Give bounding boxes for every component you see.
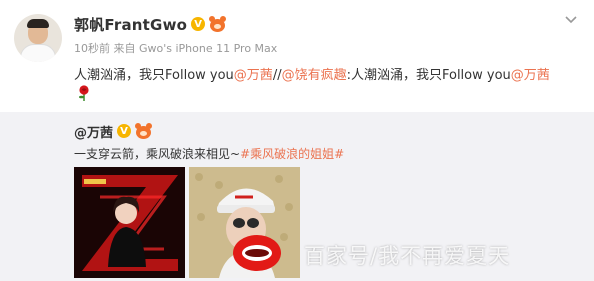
repost-separator: // [272,68,282,83]
post-meta: 10秒前 来自 Gwo's iPhone 11 Pro Max [74,42,278,55]
hashtag-link[interactable]: #乘风破浪的姐姐# [240,147,344,161]
author-avatar[interactable] [14,14,62,62]
post-text-part: :人潮汹涌，我只Follow you [346,68,511,83]
bear-emblem-icon [135,123,153,139]
mention-link[interactable]: @万茜 [234,68,273,83]
selfie-image[interactable] [189,167,300,278]
mention-link[interactable]: @万茜 [511,68,550,83]
post-text-part: 人潮汹涌，我只Follow you [74,68,234,83]
verified-badge-icon: V [191,17,206,31]
selfie-artwork [189,167,300,278]
chevron-down-icon[interactable] [564,14,578,26]
rose-icon [79,85,89,101]
weibo-post: 郭帆FrantGwo V 10秒前 来自 Gwo's iPhone 11 Pro… [0,0,594,281]
mention-link[interactable]: @饶有疯趣 [282,68,347,83]
author-name[interactable]: 郭帆FrantGwo [74,14,187,35]
bear-emblem-icon [209,16,227,32]
watermark-text: 百家号/我不再爱夏天 [304,244,511,268]
repost-author-row: @万茜 V [74,122,153,141]
post-text: 人潮汹涌，我只Follow you@万茜//@饶有疯趣:人潮汹涌，我只Follo… [74,64,550,83]
poster-artwork [74,167,185,278]
verified-badge-icon: V [117,124,132,138]
repost-text: 一支穿云箭，乘风破浪来相见~#乘风破浪的姐姐# [74,145,344,162]
author-name-row: 郭帆FrantGwo V [74,14,227,35]
poster-image[interactable] [74,167,185,278]
repost-author-name[interactable]: @万茜 [74,122,113,141]
repost-text-body: 一支穿云箭，乘风破浪来相见~ [74,147,241,161]
